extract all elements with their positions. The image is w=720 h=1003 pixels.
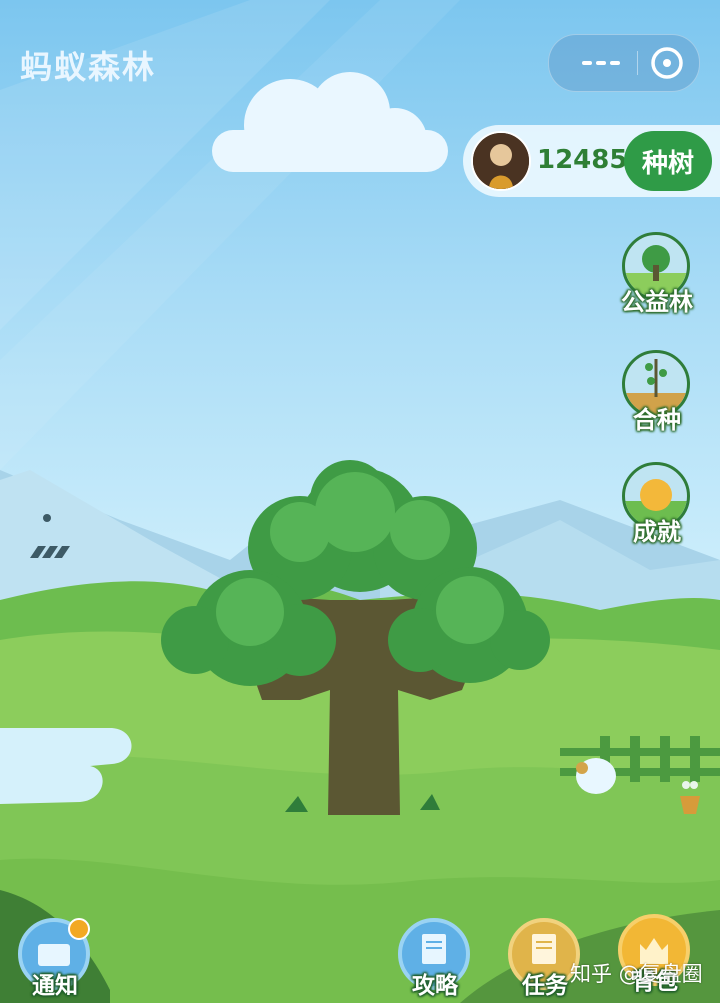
energy-bar: 12485g 种树	[463, 125, 720, 197]
ant-forest-screen: 蚂蚁森林 12485g 种树 公益林 合种 成就 通知 攻略 任务 背包 知乎 …	[0, 0, 720, 1003]
side-menu-label: 成就	[633, 518, 681, 546]
public-forest-button[interactable]: 公益林	[620, 232, 694, 332]
bottom-bar-label: 通知	[32, 973, 78, 999]
more-icon[interactable]	[571, 35, 631, 91]
notification-button[interactable]: 通知	[18, 918, 92, 1003]
mini-program-capsule	[548, 34, 700, 92]
avatar[interactable]	[471, 131, 531, 191]
watermark: 知乎 @复盘圈	[570, 962, 703, 986]
side-menu-label: 合种	[633, 406, 681, 434]
bottom-bar-label: 攻略	[412, 973, 458, 999]
side-menu-label: 公益林	[621, 288, 693, 316]
guide-button[interactable]: 攻略	[398, 918, 472, 1003]
plant-tree-button[interactable]: 种树	[624, 131, 712, 191]
co-plant-button[interactable]: 合种	[620, 350, 694, 450]
notification-badge	[68, 918, 90, 940]
cloud	[212, 72, 448, 172]
achievement-button[interactable]: 成就	[620, 462, 694, 562]
close-target-icon[interactable]	[649, 45, 685, 81]
capsule-divider	[637, 51, 638, 75]
page-title: 蚂蚁森林	[20, 48, 157, 86]
